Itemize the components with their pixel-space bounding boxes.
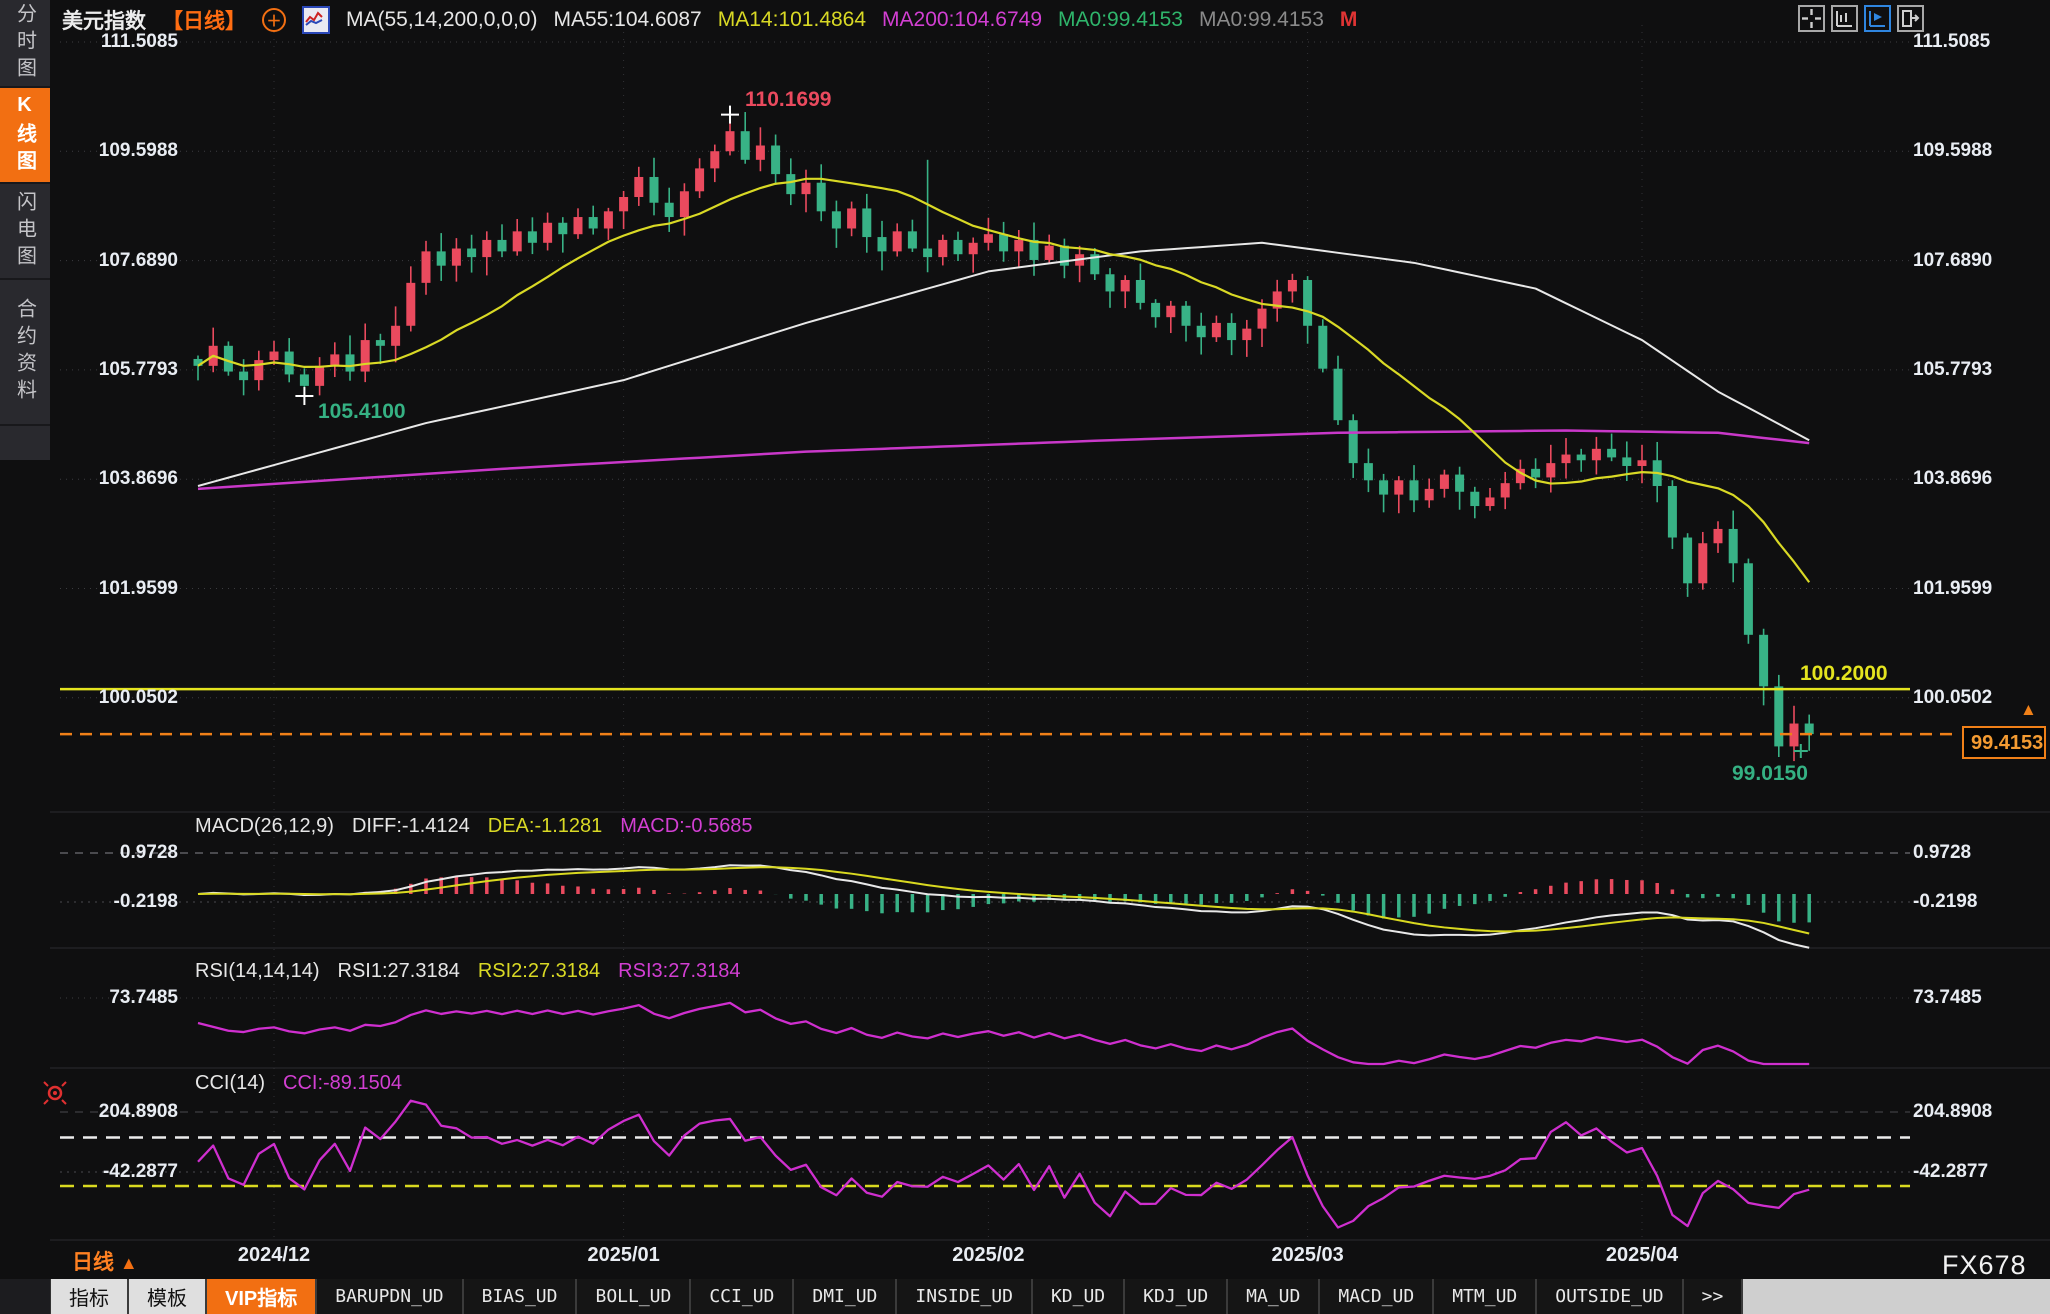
- m-flag: M: [1340, 8, 1358, 32]
- price-axis-label-left: 105.7793: [58, 359, 178, 381]
- tab-kdj-ud[interactable]: KDJ_UD: [1125, 1279, 1228, 1314]
- ma200-value: MA200:104.6749: [882, 8, 1042, 32]
- mini-candle-icon[interactable]: [302, 6, 330, 34]
- period-tag[interactable]: 【日线】: [162, 5, 246, 35]
- tab-inside-ud[interactable]: INSIDE_UD: [897, 1279, 1033, 1314]
- rsi2-value: RSI2:27.3184: [478, 960, 600, 983]
- alert-sun-icon[interactable]: [42, 1080, 68, 1111]
- rsi-axis-label-right: 73.7485: [1913, 987, 1982, 1009]
- last-price-box[interactable]: 99.4153: [1962, 726, 2046, 759]
- chart-header: 美元指数 【日线】 ＋ MA(55,14,200,0,0,0) MA55:104…: [62, 6, 1357, 34]
- cci-label-row: CCI(14) CCI:-89.1504: [195, 1072, 402, 1095]
- ma0-gray-value: MA0:99.4153: [1199, 8, 1324, 32]
- tab-boll-ud[interactable]: BOLL_UD: [577, 1279, 691, 1314]
- macd-diff-value: DIFF:-1.4124: [352, 815, 470, 838]
- tab-dmi-ud[interactable]: DMI_UD: [794, 1279, 897, 1314]
- macd-hist-value: MACD:-0.5685: [620, 815, 752, 838]
- level-price-label: 100.2000: [1800, 662, 1888, 686]
- tab-barupdn-ud[interactable]: BARUPDN_UD: [317, 1279, 463, 1314]
- macd-label-row: MACD(26,12,9) DIFF:-1.4124 DEA:-1.1281 M…: [195, 815, 753, 838]
- instrument-title: 美元指数: [62, 5, 146, 35]
- tab->>[interactable]: >>: [1684, 1279, 1744, 1314]
- price-up-arrow-icon: ▲: [2020, 700, 2037, 720]
- new-panel-icon[interactable]: [1897, 5, 1924, 32]
- crosshair-icon[interactable]: [1798, 5, 1825, 32]
- axis-scale-icon[interactable]: [1831, 5, 1858, 32]
- cci-axis-label-left: 204.8908: [58, 1101, 178, 1123]
- rsi-label-row: RSI(14,14,14) RSI1:27.3184 RSI2:27.3184 …: [195, 960, 741, 983]
- ma-settings[interactable]: MA(55,14,200,0,0,0): [346, 8, 537, 32]
- peak-price-label: 110.1699: [745, 88, 831, 112]
- macd-name[interactable]: MACD(26,12,9): [195, 815, 334, 838]
- chart-toolbar: [1798, 5, 1924, 32]
- tab-bias-ud[interactable]: BIAS_UD: [464, 1279, 578, 1314]
- candlestick-chart-canvas[interactable]: [0, 0, 2050, 1314]
- tab-outside-ud[interactable]: OUTSIDE_UD: [1537, 1279, 1683, 1314]
- brand-watermark: FX678: [1942, 1250, 2027, 1281]
- low-price-label: 105.4100: [318, 400, 406, 424]
- tabbar-corner: [0, 1279, 51, 1314]
- cci-value: CCI:-89.1504: [283, 1072, 402, 1095]
- price-axis-label-left: 101.9599: [58, 578, 178, 600]
- tab-cci-ud[interactable]: CCI_UD: [691, 1279, 794, 1314]
- macd-axis-label-left: -0.2198: [58, 891, 178, 913]
- chart-play-icon[interactable]: [1864, 5, 1891, 32]
- rsi1-value: RSI1:27.3184: [338, 960, 460, 983]
- macd-axis-label-right: 0.9728: [1913, 842, 1971, 864]
- price-axis-label-left: 107.6890: [58, 250, 178, 272]
- rsi-axis-label-left: 73.7485: [58, 987, 178, 1009]
- period-label: 日线: [72, 1251, 114, 1274]
- month-label: 2025/03: [1271, 1244, 1343, 1267]
- ma14-value: MA14:101.4864: [718, 8, 866, 32]
- tab-指标[interactable]: 指标: [51, 1279, 129, 1314]
- macd-axis-label-right: -0.2198: [1913, 891, 1977, 913]
- last-low-label: 99.0150: [1732, 762, 1808, 786]
- rsi-name[interactable]: RSI(14,14,14): [195, 960, 320, 983]
- price-axis-label-right: 101.9599: [1913, 578, 1992, 600]
- cci-name[interactable]: CCI(14): [195, 1072, 265, 1095]
- period-selector[interactable]: 日线 ▲: [72, 1246, 138, 1276]
- trading-app: 分时图K线图闪电图合约资料 美元指数 【日线】 ＋ MA(55,14,200,0…: [0, 0, 2050, 1314]
- price-axis-label-left: 103.8696: [58, 468, 178, 490]
- cci-axis-label-left: -42.2877: [58, 1161, 178, 1183]
- month-label: 2024/12: [238, 1244, 310, 1267]
- indicator-tab-bar: 指标模板VIP指标BARUPDN_UDBIAS_UDBOLL_UDCCI_UDD…: [0, 1279, 2050, 1314]
- period-arrow-icon: ▲: [120, 1253, 138, 1273]
- tab-ma-ud[interactable]: MA_UD: [1228, 1279, 1320, 1314]
- ma0-green-value: MA0:99.4153: [1058, 8, 1183, 32]
- macd-dea-value: DEA:-1.1281: [488, 815, 603, 838]
- price-axis-label-right: 103.8696: [1913, 468, 1992, 490]
- add-indicator-icon[interactable]: ＋: [262, 8, 286, 32]
- price-axis-label-right: 107.6890: [1913, 250, 1992, 272]
- tab-vip指标[interactable]: VIP指标: [207, 1279, 317, 1314]
- tabbar-empty-track: [1743, 1279, 2050, 1314]
- macd-axis-label-left: 0.9728: [58, 842, 178, 864]
- ma55-value: MA55:104.6087: [553, 8, 701, 32]
- cci-axis-label-right: 204.8908: [1913, 1101, 1992, 1123]
- month-label: 2025/02: [952, 1244, 1024, 1267]
- price-axis-label-right: 111.5085: [1913, 31, 1990, 53]
- price-axis-label-right: 105.7793: [1913, 359, 1992, 381]
- month-label: 2025/01: [587, 1244, 659, 1267]
- price-axis-label-right: 109.5988: [1913, 140, 1992, 162]
- tab-kd-ud[interactable]: KD_UD: [1033, 1279, 1125, 1314]
- cci-axis-label-right: -42.2877: [1913, 1161, 1988, 1183]
- price-axis-label-left: 100.0502: [58, 687, 178, 709]
- month-label: 2025/04: [1606, 1244, 1678, 1267]
- tab-mtm-ud[interactable]: MTM_UD: [1434, 1279, 1537, 1314]
- tab-模板[interactable]: 模板: [129, 1279, 207, 1314]
- price-axis-label-left: 109.5988: [58, 140, 178, 162]
- tab-macd-ud[interactable]: MACD_UD: [1320, 1279, 1434, 1314]
- rsi3-value: RSI3:27.3184: [618, 960, 740, 983]
- price-axis-label-right: 100.0502: [1913, 687, 1992, 709]
